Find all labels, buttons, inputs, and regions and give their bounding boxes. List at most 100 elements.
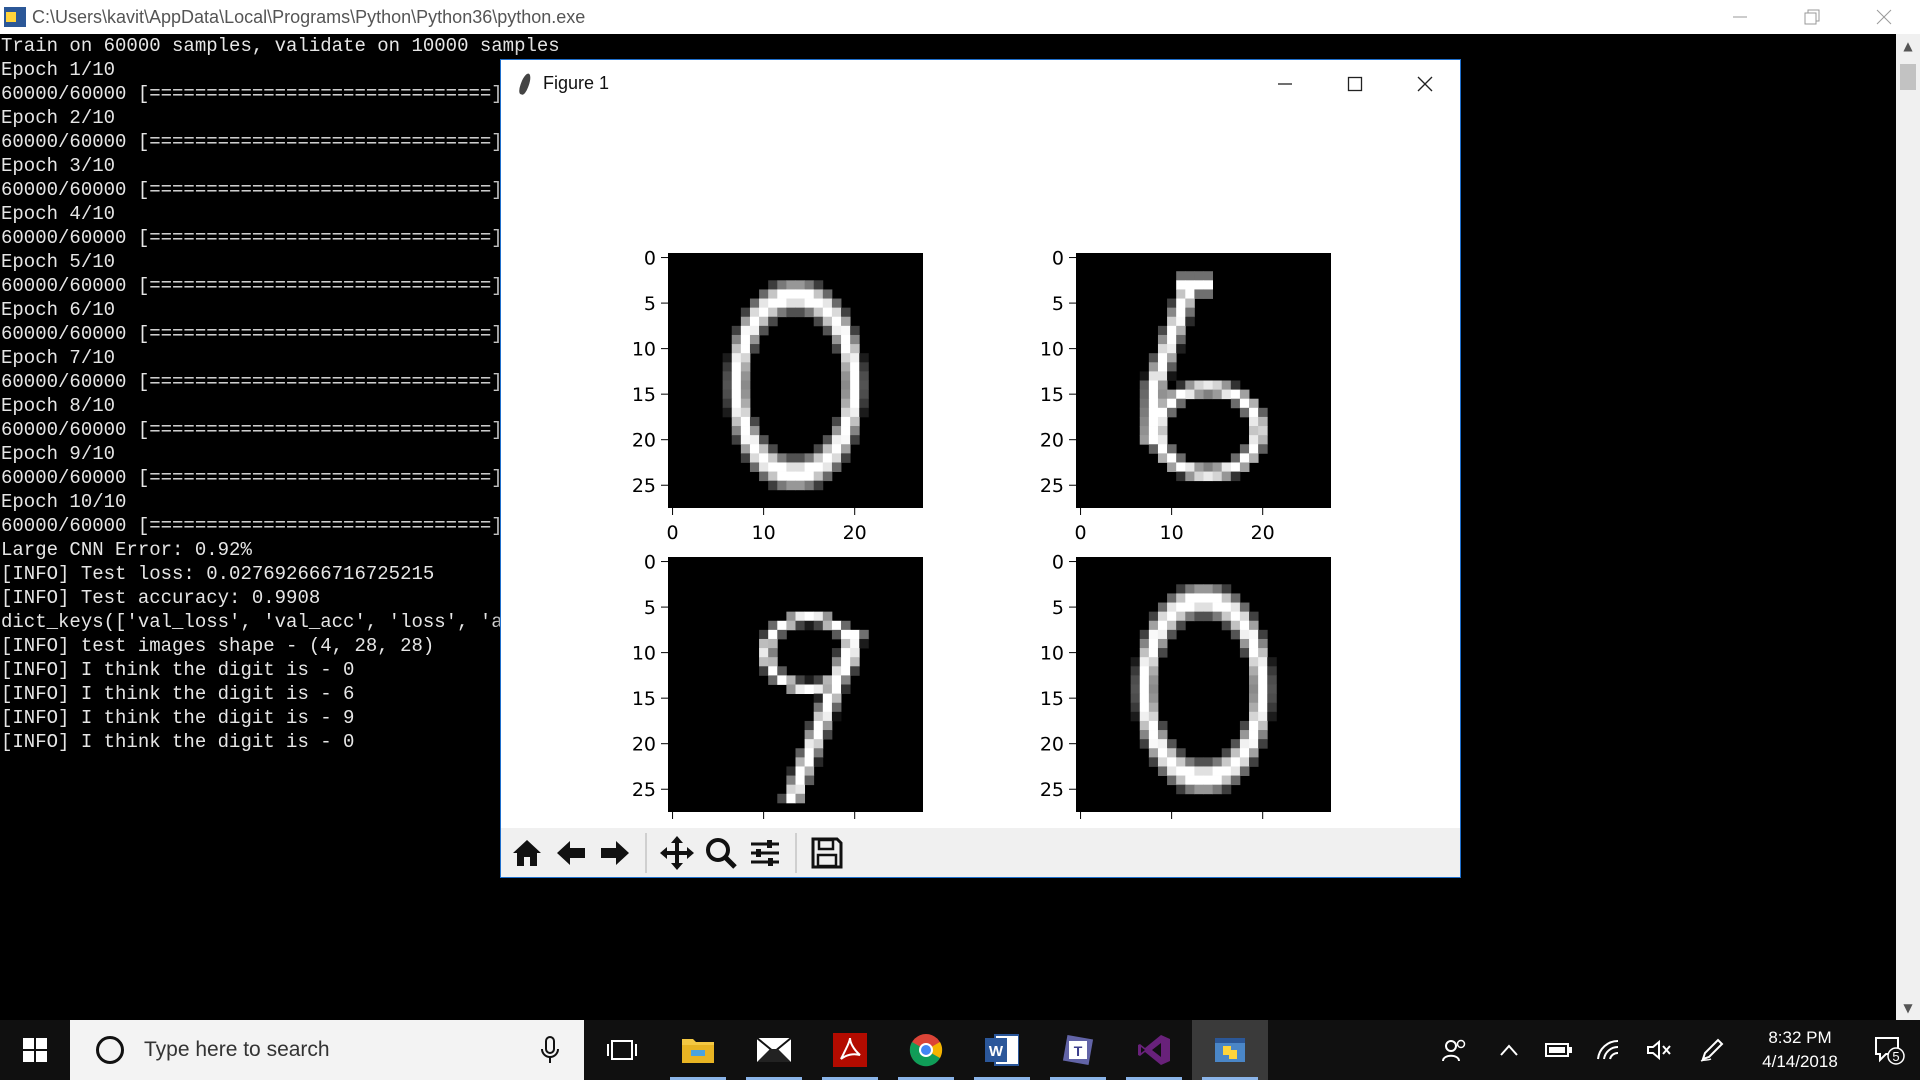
scroll-thumb[interactable] — [1900, 64, 1916, 90]
image-pixel — [731, 435, 742, 445]
taskbar-search[interactable]: Type here to search — [70, 1020, 584, 1080]
console-title: C:\Users\kavit\AppData\Local\Programs\Py… — [32, 6, 586, 27]
taskbar: Type here to search W T 8:32 PM 4/14/201… — [0, 1020, 1920, 1080]
back-button[interactable] — [549, 831, 593, 875]
image-pixel — [813, 453, 824, 463]
image-pixel — [1258, 720, 1268, 731]
image-pixel — [1194, 602, 1204, 613]
search-placeholder[interactable]: Type here to search — [144, 1038, 540, 1062]
image-pixel — [1167, 316, 1177, 327]
volume-button[interactable] — [1634, 1020, 1684, 1080]
clock[interactable]: 8:32 PM 4/14/2018 — [1740, 1020, 1860, 1080]
figure-maximize-button[interactable] — [1320, 60, 1390, 107]
plot-canvas[interactable]: 0 5 10 15 20 25 0 10 20 0 5 10 15 20 25 0 10 20 0 5 10 15 20 25… — [501, 107, 1460, 886]
image-pixel — [1258, 666, 1268, 676]
image-pixel — [850, 344, 860, 354]
image-pixel — [831, 648, 842, 658]
image-pixel — [1249, 657, 1259, 667]
image-pixel — [841, 407, 851, 418]
image-pixel — [786, 611, 796, 622]
scroll-down-icon[interactable]: ▼ — [1896, 996, 1920, 1020]
task-view-button[interactable] — [584, 1020, 660, 1080]
image-pixel — [1157, 766, 1168, 776]
image-pixel — [1130, 666, 1141, 676]
image-pixel — [1239, 730, 1250, 740]
scroll-up-icon[interactable]: ▲ — [1896, 34, 1920, 58]
python-button[interactable] — [1192, 1020, 1268, 1080]
battery-button[interactable] — [1534, 1020, 1584, 1080]
image-pixel — [740, 426, 751, 436]
image-pixel — [722, 380, 733, 391]
image-pixel — [841, 344, 851, 354]
figure-close-button[interactable] — [1390, 60, 1460, 107]
forward-button[interactable] — [593, 831, 637, 875]
image-pixel — [786, 453, 796, 463]
image-pixel — [731, 407, 742, 418]
file-explorer-button[interactable] — [660, 1020, 736, 1080]
image-pixel — [1148, 629, 1159, 640]
console-restore-button[interactable] — [1776, 0, 1848, 34]
image-pixel — [1139, 739, 1150, 749]
image-pixel — [1212, 784, 1223, 795]
mail-button[interactable] — [736, 1020, 812, 1080]
save-button[interactable] — [805, 831, 849, 875]
console-close-button[interactable] — [1848, 0, 1920, 34]
image-pixel — [1157, 398, 1168, 409]
console-line: Train on 60000 samples, validate on 1000… — [1, 35, 560, 57]
pan-button[interactable] — [655, 831, 699, 875]
figure-minimize-button[interactable] — [1250, 60, 1320, 107]
image-pixel — [768, 453, 778, 463]
show-hidden-icons-button[interactable] — [1484, 1020, 1534, 1080]
image-pixel — [749, 344, 760, 354]
console-scrollbar[interactable]: ▲ ▼ — [1896, 34, 1920, 1020]
image-pixel — [859, 407, 869, 418]
image-pixel — [1176, 316, 1186, 327]
image-pixel — [813, 462, 824, 472]
image-pixel — [768, 462, 778, 472]
chrome-button[interactable] — [888, 1020, 964, 1080]
image-pixel — [804, 720, 815, 731]
people-button[interactable] — [1426, 1020, 1484, 1080]
y-tick-label: 15 — [632, 688, 656, 710]
image-pixel — [768, 471, 778, 482]
start-button[interactable] — [0, 1020, 70, 1080]
x-tick-label: 20 — [843, 522, 867, 544]
image-pixel — [740, 362, 751, 372]
action-center-button[interactable]: 5 — [1860, 1020, 1920, 1080]
home-button[interactable] — [505, 831, 549, 875]
pen-button[interactable] — [1684, 1020, 1740, 1080]
image-pixel — [759, 316, 769, 327]
digit-subplot: 0 5 10 15 20 25 0 10 20 — [1040, 552, 1331, 827]
y-tick-label: 25 — [1040, 779, 1064, 801]
teams-app-button[interactable]: T — [1040, 1020, 1116, 1080]
configure-button[interactable] — [743, 831, 787, 875]
chevron-up-icon — [1500, 1044, 1518, 1056]
image-pixel — [1139, 407, 1150, 418]
zoom-button[interactable] — [699, 831, 743, 875]
image-pixel — [1249, 675, 1259, 685]
image-pixel — [1203, 757, 1214, 767]
image-pixel — [1148, 748, 1159, 758]
image-pixel — [1167, 353, 1177, 363]
image-pixel — [1185, 784, 1195, 795]
word-button[interactable]: W — [964, 1020, 1040, 1080]
image-pixel — [1167, 462, 1177, 472]
image-pixel — [1249, 444, 1259, 454]
image-pixel — [1185, 593, 1195, 603]
x-tick-label: 10 — [1160, 522, 1184, 544]
image-pixel — [1176, 271, 1186, 281]
image-pixel — [768, 480, 778, 491]
image-pixel — [759, 648, 769, 658]
image-pixel — [804, 280, 815, 290]
image-pixel — [1267, 711, 1277, 722]
image-pixel — [1157, 730, 1168, 740]
network-button[interactable] — [1584, 1020, 1634, 1080]
console-minimize-button[interactable] — [1704, 0, 1776, 34]
image-pixel — [768, 648, 778, 658]
image-pixel — [831, 344, 842, 354]
acrobat-button[interactable] — [812, 1020, 888, 1080]
image-pixel — [759, 307, 769, 318]
visual-studio-button[interactable] — [1116, 1020, 1192, 1080]
image-pixel — [1157, 353, 1168, 363]
image-pixel — [813, 693, 824, 704]
